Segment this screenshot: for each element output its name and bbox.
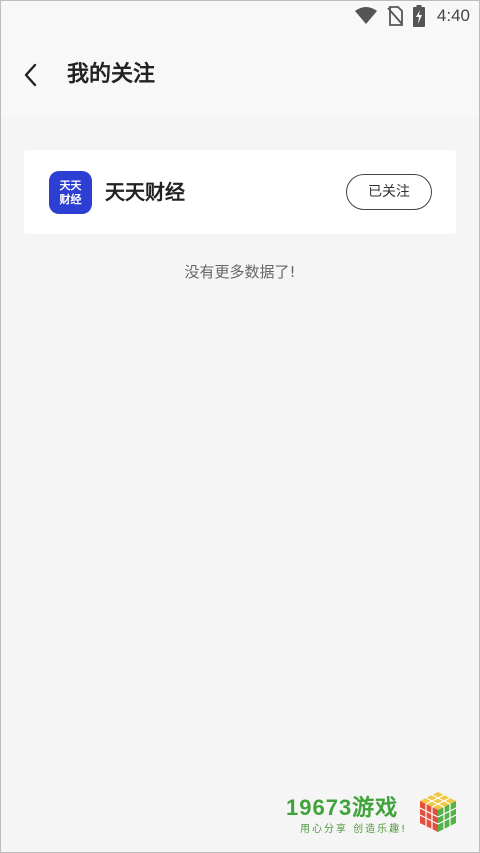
- watermark-subtitle: 用心分享 创造乐趣!: [300, 824, 408, 835]
- watermark-title: 19673游戏: [286, 795, 399, 820]
- status-bar: 4:40: [0, 0, 480, 32]
- no-sim-icon: [387, 6, 403, 26]
- app-logo: 天天 财经: [49, 171, 92, 214]
- chevron-left-icon: [24, 63, 37, 87]
- page-title: 我的关注: [67, 62, 156, 87]
- app-logo-line2: 财经: [59, 192, 82, 206]
- battery-charging-icon: [412, 5, 425, 27]
- followed-button[interactable]: 已关注: [346, 174, 432, 210]
- app-logo-line1: 天天: [59, 178, 82, 192]
- cube-logo-icon: [419, 792, 457, 832]
- back-button[interactable]: [14, 58, 48, 92]
- status-icons: 4:40: [354, 5, 470, 27]
- wifi-icon: [354, 7, 377, 24]
- no-more-data-text: 没有更多数据了!: [184, 263, 296, 281]
- follow-list-container: 天天 财经 天天财经 已关注 没有更多数据了!: [0, 118, 480, 853]
- list-item[interactable]: 天天 财经 天天财经 已关注: [24, 150, 456, 234]
- status-time: 4:40: [436, 6, 470, 25]
- app-name[interactable]: 天天财经: [105, 178, 185, 206]
- watermark: 19673游戏 用心分享 创造乐趣!: [286, 790, 466, 842]
- app-bar: 我的关注: [0, 32, 480, 118]
